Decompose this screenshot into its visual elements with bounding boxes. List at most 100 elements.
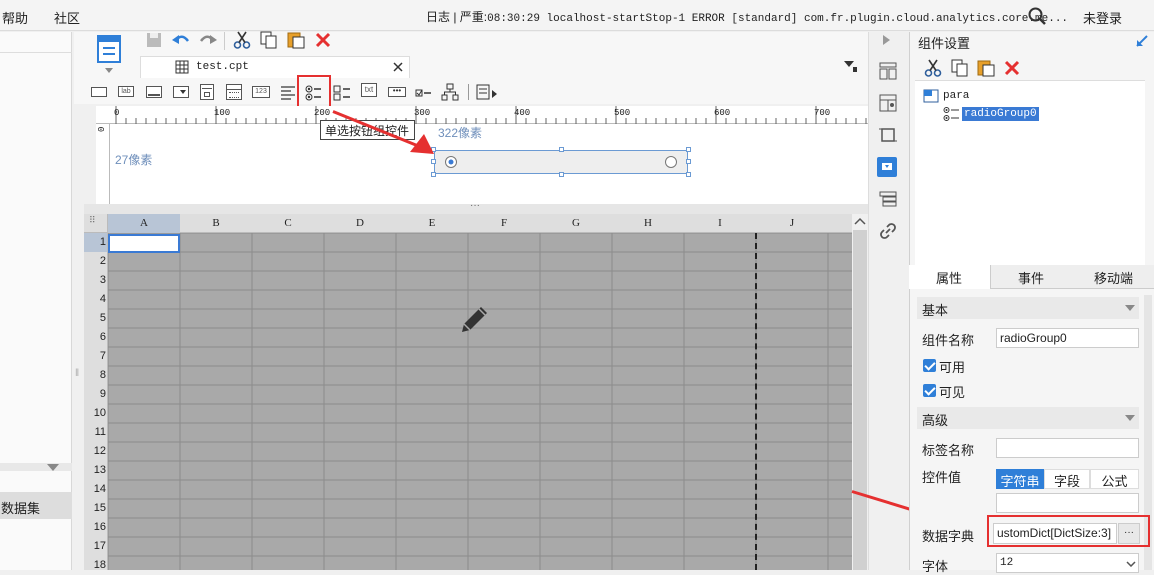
left-lower-splitter[interactable] — [0, 463, 72, 471]
menu-help[interactable]: 帮助 — [2, 8, 28, 27]
hyperlink-icon[interactable] — [879, 222, 897, 240]
tree-child-selected[interactable]: radioGroup0 — [962, 107, 1039, 121]
template-icon[interactable] — [96, 34, 122, 64]
row-14[interactable]: 14 — [84, 483, 106, 495]
tree-widget-icon[interactable] — [441, 83, 459, 101]
close-tab-icon[interactable] — [393, 62, 403, 72]
text-widget-icon[interactable]: txt — [361, 83, 377, 97]
row-1[interactable]: 1 — [84, 236, 106, 248]
row-6[interactable]: 6 — [84, 331, 106, 343]
date-widget-icon[interactable] — [200, 84, 214, 100]
column-f[interactable]: F — [468, 217, 540, 229]
checkbox-group-widget-icon[interactable] — [333, 84, 351, 102]
frame-icon[interactable] — [879, 126, 897, 144]
layout-icon[interactable] — [879, 62, 897, 80]
log-bar[interactable]: 日志 | 严重:08:30:29 localhost-startStop-1 E… — [426, 8, 1068, 25]
save-icon[interactable] — [146, 32, 162, 48]
label-widget-icon[interactable] — [91, 87, 107, 97]
resize-handle-tc[interactable] — [559, 147, 564, 152]
row-10[interactable]: 10 — [84, 407, 106, 419]
radio-option-1-icon[interactable] — [444, 155, 458, 169]
row-16[interactable]: 16 — [84, 521, 106, 533]
list-icon[interactable] — [879, 191, 897, 207]
panel-cut-icon[interactable] — [924, 59, 942, 77]
cut-icon[interactable] — [233, 31, 251, 49]
row-4[interactable]: 4 — [84, 293, 106, 305]
resize-handle-bl[interactable] — [431, 172, 436, 177]
split-handle[interactable]: ··· — [84, 200, 868, 214]
checkbox-widget-icon[interactable] — [415, 85, 433, 101]
pin-icon[interactable] — [1136, 34, 1149, 47]
row-8[interactable]: 8 — [84, 369, 106, 381]
section-basic[interactable]: 基本 — [917, 297, 1139, 319]
tag-input[interactable] — [996, 438, 1139, 458]
panel-copy-icon[interactable] — [951, 59, 969, 77]
control-value-string-option[interactable]: 字符串 — [996, 469, 1044, 489]
row-5[interactable]: 5 — [84, 312, 106, 324]
column-e[interactable]: E — [396, 217, 468, 229]
resize-handle-mr[interactable] — [686, 159, 691, 164]
search-icon[interactable] — [1028, 7, 1046, 25]
name-input[interactable]: radioGroup0 — [996, 328, 1139, 348]
delete-icon[interactable] — [315, 32, 331, 48]
textlabel-widget-icon[interactable]: lab — [118, 86, 134, 97]
select-all-corner[interactable]: ⠿ — [84, 214, 108, 233]
password-widget-icon[interactable]: ••• — [388, 87, 406, 97]
tab-mobile[interactable]: 移动端 — [1094, 268, 1133, 287]
row-17[interactable]: 17 — [84, 540, 106, 552]
resize-handle-bc[interactable] — [559, 172, 564, 177]
visible-checkbox[interactable] — [923, 384, 936, 397]
panel-delete-icon[interactable] — [1004, 60, 1020, 76]
row-2[interactable]: 2 — [84, 255, 106, 267]
radio-group-widget[interactable] — [434, 150, 688, 174]
vertical-scroll-thumb[interactable] — [853, 230, 867, 570]
resize-handle-br[interactable] — [686, 172, 691, 177]
row-11[interactable]: 11 — [84, 426, 106, 438]
redo-icon[interactable] — [199, 32, 217, 48]
column-a[interactable]: A — [108, 217, 180, 229]
font-chevron-down-icon[interactable] — [1126, 561, 1136, 567]
column-h[interactable]: H — [612, 217, 684, 229]
chevron-down-icon[interactable] — [47, 464, 59, 471]
column-i[interactable]: I — [684, 217, 756, 229]
splitter-handle[interactable]: ‖ — [75, 368, 79, 379]
row-18[interactable]: 18 — [84, 559, 106, 571]
expand-right-icon[interactable] — [883, 35, 891, 45]
widget-settings-icon[interactable] — [877, 157, 897, 177]
tree-root[interactable]: para — [943, 90, 969, 102]
number-widget-icon[interactable]: 123 — [252, 86, 270, 98]
row-15[interactable]: 15 — [84, 502, 106, 514]
section-basic-chevron-icon[interactable] — [1125, 305, 1135, 311]
section-advanced-chevron-icon[interactable] — [1125, 415, 1135, 421]
widget-library-icon[interactable] — [879, 94, 897, 112]
combobox-icon[interactable] — [173, 86, 189, 98]
resize-handle-ml[interactable] — [431, 159, 436, 164]
panel-paste-icon[interactable] — [977, 59, 995, 77]
textarea-widget-icon[interactable] — [280, 85, 296, 101]
row-12[interactable]: 12 — [84, 445, 106, 457]
report-grid[interactable] — [84, 214, 852, 570]
row-13[interactable]: 13 — [84, 464, 106, 476]
tab-menu-icon[interactable] — [844, 61, 858, 73]
font-select[interactable]: 12 — [996, 553, 1139, 573]
radio-option-2-icon[interactable] — [664, 155, 678, 169]
paste-icon[interactable] — [287, 31, 305, 49]
column-j[interactable]: J — [756, 217, 828, 229]
copy-icon[interactable] — [260, 31, 278, 49]
more-widgets-icon[interactable] — [476, 84, 498, 102]
column-b[interactable]: B — [180, 217, 252, 229]
column-g[interactable]: G — [540, 217, 612, 229]
selected-cell-a1[interactable] — [108, 234, 180, 253]
tab-properties[interactable]: 属性 — [936, 268, 962, 287]
control-value-field-option[interactable]: 字段 — [1044, 469, 1090, 489]
row-9[interactable]: 9 — [84, 388, 106, 400]
login-link[interactable]: 未登录 — [1083, 8, 1122, 27]
text-field-icon[interactable] — [146, 86, 162, 98]
scroll-up-icon[interactable] — [854, 217, 866, 225]
template-dropdown-icon[interactable] — [105, 68, 113, 73]
column-c[interactable]: C — [252, 217, 324, 229]
row-7[interactable]: 7 — [84, 350, 106, 362]
row-3[interactable]: 3 — [84, 274, 106, 286]
control-value-input[interactable] — [996, 493, 1139, 513]
calendar-widget-icon[interactable] — [226, 84, 242, 100]
